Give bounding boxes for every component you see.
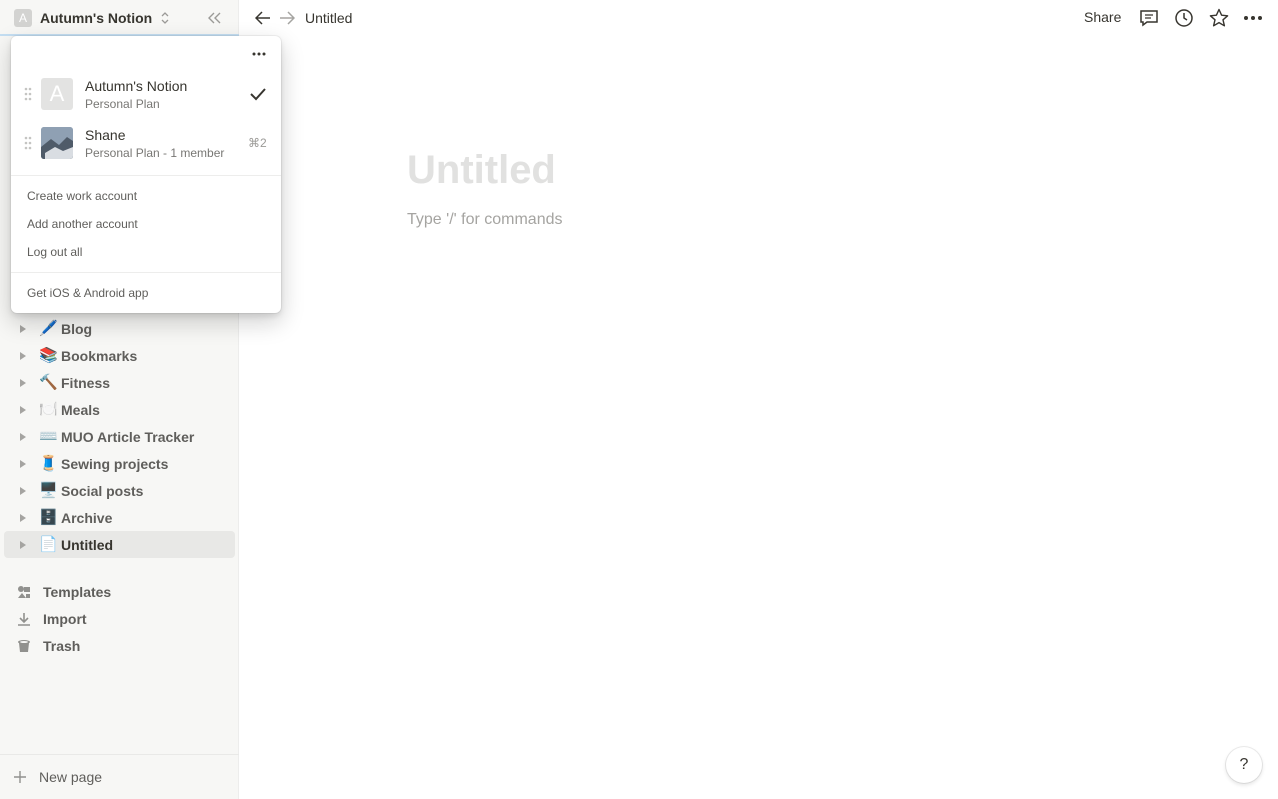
page-item-bookmarks[interactable]: 📚 Bookmarks <box>4 342 235 369</box>
expand-caret-icon[interactable] <box>17 485 29 497</box>
arrow-left-icon <box>255 11 270 25</box>
sidebar-utilities: Templates Import Trash <box>4 578 235 659</box>
topbar: Untitled Share <box>239 0 1278 36</box>
get-mobile-app-button[interactable]: Get iOS & Android app <box>27 286 148 300</box>
sidebar-item-import[interactable]: Import <box>4 605 235 632</box>
comment-icon <box>1140 10 1158 27</box>
workspace-switcher[interactable]: A Autumn's Notion <box>8 5 176 31</box>
comments-button[interactable] <box>1137 6 1161 30</box>
clock-icon <box>1175 9 1193 27</box>
help-button[interactable]: ? <box>1226 747 1262 783</box>
page-item-archive[interactable]: 🗄️ Archive <box>4 504 235 531</box>
expand-caret-icon[interactable] <box>17 458 29 470</box>
sidebar-item-label: Templates <box>43 583 112 600</box>
page-label: Bookmarks <box>61 347 138 364</box>
body-placeholder[interactable]: Type '/' for commands <box>407 211 563 229</box>
divider <box>11 272 281 273</box>
page-label: Sewing projects <box>61 455 169 472</box>
expand-caret-icon[interactable] <box>17 377 29 389</box>
sidebar-item-templates[interactable]: Templates <box>4 578 235 605</box>
checkmark-icon <box>250 88 266 101</box>
page-item-sewing-projects[interactable]: 🧵 Sewing projects <box>4 450 235 477</box>
page-label: Meals <box>61 401 100 418</box>
expand-caret-icon[interactable] <box>17 323 29 335</box>
expand-caret-icon[interactable] <box>17 404 29 416</box>
account-menu-more-button[interactable] <box>249 46 269 62</box>
expand-caret-icon[interactable] <box>17 512 29 524</box>
divider <box>11 175 281 176</box>
drag-handle-icon[interactable] <box>23 86 33 102</box>
page-item-social-posts[interactable]: 🖥️ Social posts <box>4 477 235 504</box>
page-label: Fitness <box>61 374 111 391</box>
plus-icon <box>12 769 28 785</box>
page-emoji: 🗄️ <box>39 508 58 526</box>
page-label: Social posts <box>61 482 144 499</box>
page-tree: 🖊️ Blog 📚 Bookmarks 🔨 Fitness 🍽️ Meals ⌨… <box>4 315 235 558</box>
page-title-placeholder[interactable]: Untitled <box>407 148 556 193</box>
more-horizontal-icon <box>252 52 266 56</box>
templates-icon <box>16 584 32 600</box>
page-item-fitness[interactable]: 🔨 Fitness <box>4 369 235 396</box>
log-out-all-button[interactable]: Log out all <box>27 245 82 259</box>
new-page-button[interactable]: New page <box>0 754 239 799</box>
expand-caret-icon[interactable] <box>17 539 29 551</box>
expand-caret-icon[interactable] <box>17 350 29 362</box>
page-item-meals[interactable]: 🍽️ Meals <box>4 396 235 423</box>
sidebar-item-trash[interactable]: Trash <box>4 632 235 659</box>
expand-caret-icon[interactable] <box>17 431 29 443</box>
page-item-untitled[interactable]: 📄 Untitled <box>4 531 235 558</box>
drag-handle-icon[interactable] <box>23 135 33 151</box>
account-item-autumns-notion[interactable]: A Autumn's Notion Personal Plan <box>11 72 281 116</box>
sidebar-item-label: Import <box>43 610 87 627</box>
page-emoji: 🧵 <box>39 454 58 472</box>
import-icon <box>16 611 32 627</box>
page-emoji: ⌨️ <box>39 427 58 445</box>
account-avatar: A <box>41 78 73 110</box>
page-item-muo-article-tracker[interactable]: ⌨️ MUO Article Tracker <box>4 423 235 450</box>
add-another-account-button[interactable]: Add another account <box>27 217 138 231</box>
page-emoji: 🔨 <box>39 373 58 391</box>
collapse-sidebar-button[interactable] <box>204 8 226 28</box>
page-label: MUO Article Tracker <box>61 428 195 445</box>
account-name: Shane <box>85 127 126 143</box>
page-emoji: 🍽️ <box>39 400 58 418</box>
updates-button[interactable] <box>1172 6 1196 30</box>
forward-button[interactable] <box>275 6 299 30</box>
new-page-label: New page <box>39 769 103 785</box>
page-emoji: 📄 <box>39 535 58 553</box>
breadcrumb[interactable]: Untitled <box>305 10 352 26</box>
workspace-name: Autumn's Notion <box>40 10 153 26</box>
account-plan: Personal Plan - 1 member <box>85 146 225 160</box>
page-item-blog[interactable]: 🖊️ Blog <box>4 315 235 342</box>
create-work-account-button[interactable]: Create work account <box>27 189 137 203</box>
sidebar-item-label: Trash <box>43 637 81 654</box>
back-button[interactable] <box>251 6 275 30</box>
share-button[interactable]: Share <box>1084 9 1121 25</box>
account-avatar-photo <box>41 127 73 159</box>
page-emoji: 📚 <box>39 346 58 364</box>
double-chevron-left-icon <box>208 12 221 24</box>
keyboard-shortcut: ⌘2 <box>248 136 267 150</box>
chevron-updown-icon <box>161 12 169 24</box>
arrow-right-icon <box>280 11 295 25</box>
workspace-avatar: A <box>14 9 32 27</box>
account-name: Autumn's Notion <box>85 78 188 94</box>
page-emoji: 🖊️ <box>39 319 58 337</box>
trash-icon <box>16 638 32 654</box>
favorite-button[interactable] <box>1207 6 1231 30</box>
account-item-shane[interactable]: Shane Personal Plan - 1 member ⌘2 <box>11 121 281 165</box>
page-label: Untitled <box>61 536 114 553</box>
page-emoji: 🖥️ <box>39 481 58 499</box>
account-switcher-menu: A Autumn's Notion Personal Plan Shane Pe… <box>11 36 281 313</box>
page-label: Archive <box>61 509 113 526</box>
more-options-button[interactable] <box>1241 6 1265 30</box>
page-label: Blog <box>61 320 93 337</box>
account-plan: Personal Plan <box>85 97 160 111</box>
more-horizontal-icon <box>1244 16 1262 20</box>
star-icon <box>1209 8 1229 27</box>
